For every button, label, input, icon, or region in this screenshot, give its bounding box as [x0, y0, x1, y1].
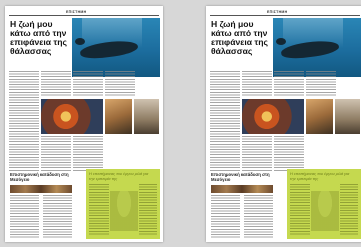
article-headline: Η ζωή μου κάτω από την επιφάνεια της θάλ…	[10, 19, 67, 56]
reef-photo	[41, 99, 103, 134]
side-photo	[134, 99, 159, 134]
text-column	[9, 71, 39, 171]
text-column	[211, 195, 240, 239]
hero-photo-whale	[72, 18, 160, 77]
article-subhead: Επιστημονική κατάδυση στη Μεσόγειο	[211, 172, 270, 182]
text-column	[242, 136, 272, 171]
sidebar-box: Η επιστήμονας του έργου μιλά για την εμπ…	[287, 169, 361, 239]
article-subhead: Επιστημονική κατάδυση στη Μεσόγειο	[10, 172, 69, 182]
magazine-page-right: ΕΠΙΣΤΗΜΗ Η ζωή μου κάτω από την επιφάνει…	[206, 6, 361, 242]
sidebar-box: Η επιστήμονας του έργου μιλά για την εμπ…	[86, 169, 160, 239]
text-column	[244, 195, 273, 239]
text-column	[10, 195, 39, 239]
text-column	[41, 71, 71, 97]
diver-photo	[105, 99, 132, 134]
text-column	[43, 195, 72, 239]
text-column	[306, 71, 336, 97]
header-rule	[210, 15, 360, 16]
diver-photo	[306, 99, 333, 134]
side-photo	[335, 99, 360, 134]
text-column	[242, 71, 272, 97]
portrait-image	[311, 191, 339, 231]
header-rule	[9, 15, 159, 16]
text-column	[105, 71, 135, 97]
text-column	[73, 136, 103, 171]
sidebar-text	[89, 184, 109, 236]
sidebar-text	[290, 184, 310, 236]
sidebar-text	[340, 184, 358, 236]
text-column	[210, 71, 240, 171]
sidebar-title: Η επιστήμονας του έργου μιλά για την εμπ…	[89, 171, 149, 181]
standfirst-lines	[10, 58, 70, 68]
running-header: ΕΠΙΣΤΗΜΗ	[210, 9, 360, 16]
reef-photo	[242, 99, 304, 134]
text-column	[41, 136, 71, 171]
strip-photo	[211, 185, 273, 193]
text-column	[274, 71, 304, 97]
hero-photo-whale	[273, 18, 361, 77]
sidebar-text	[139, 184, 157, 236]
running-header: ΕΠΙΣΤΗΜΗ	[9, 9, 159, 16]
whale-tail-shape	[75, 38, 85, 45]
portrait-image	[110, 191, 138, 231]
text-column	[274, 136, 304, 171]
whale-tail-shape	[276, 38, 286, 45]
sidebar-title: Η επιστήμονας του έργου μιλά για την εμπ…	[290, 171, 350, 181]
standfirst-lines	[211, 58, 271, 68]
text-column	[73, 71, 103, 97]
magazine-page-left: ΕΠΙΣΤΗΜΗ Η ζωή μου κάτω από την επιφάνει…	[5, 6, 163, 242]
strip-photo	[10, 185, 72, 193]
article-headline: Η ζωή μου κάτω από την επιφάνεια της θάλ…	[211, 19, 268, 56]
